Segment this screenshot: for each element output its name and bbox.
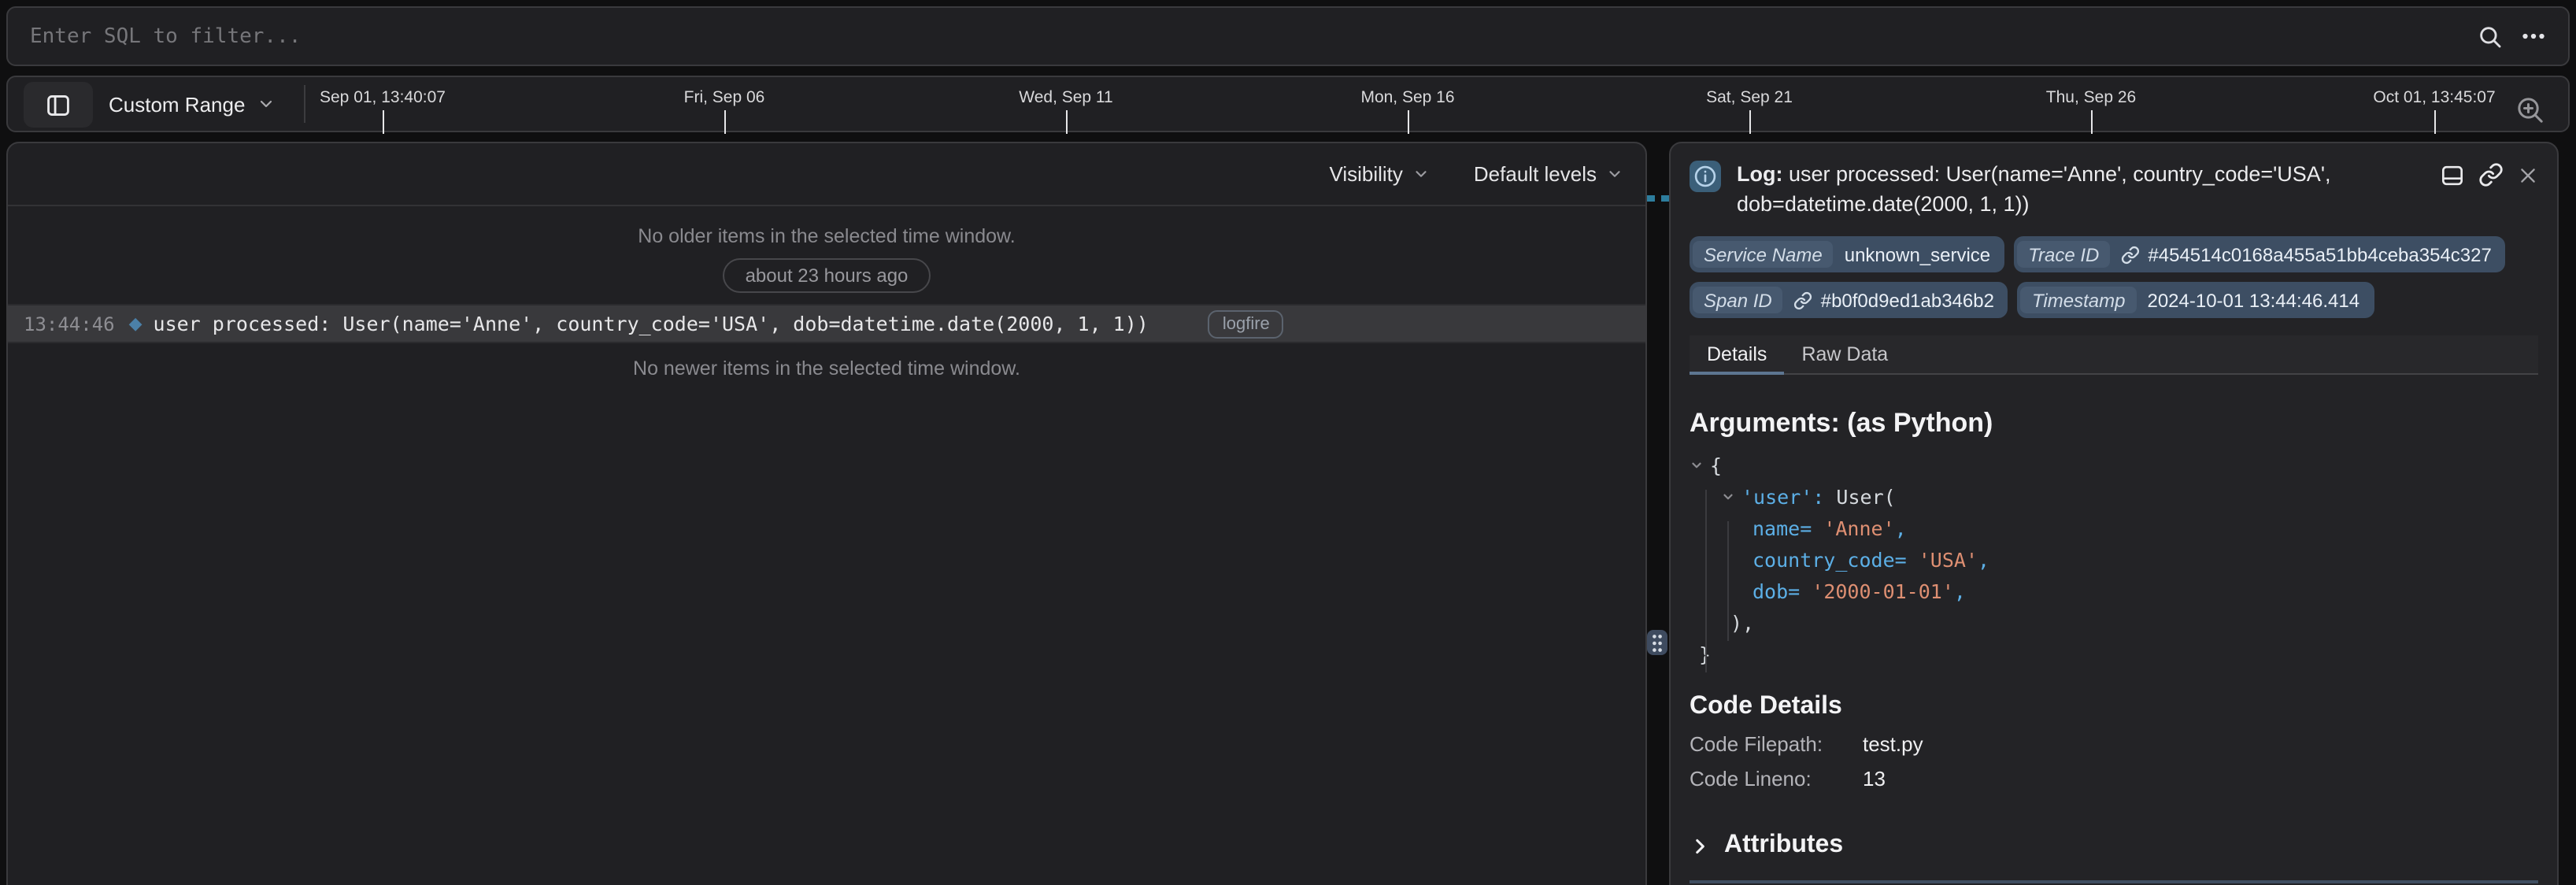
log-list-header: Visibility Default levels [8,143,1645,206]
link-icon [2121,245,2140,264]
indent-guide [1705,490,1707,672]
arguments-code-block: { 'user': User( name= 'Anne' , country_c… [1690,449,2538,669]
chevron-right-icon [1690,835,1710,856]
close-icon[interactable] [2518,165,2538,185]
trace-id-badge[interactable]: Trace ID #454514c0168a455a51bb4ceba354c3… [2014,236,2506,272]
time-ago-badge: about 23 hours ago [724,258,931,293]
tab-details[interactable]: Details [1690,335,1784,373]
timestamp-badge: Timestamp 2024-10-01 13:44:46.414 [2018,282,2374,318]
tab-raw-data[interactable]: Raw Data [1784,335,1905,373]
code-line: name= 'Anne' , [1690,512,2538,543]
code-lineno-row: Code Lineno: 13 [1690,767,2538,791]
indent-guide [1727,521,1729,641]
log-message: user processed: User(name='Anne', countr… [154,312,1149,335]
log-timestamp: 13:44:46 [24,313,115,335]
sql-filter-bar [6,6,2570,66]
log-level-diamond-icon: ◆ [129,313,142,334]
visibility-dropdown[interactable]: Visibility [1329,162,1429,186]
link-icon [1794,291,1813,309]
service-name-badge: Service Name unknown_service [1690,236,2004,272]
span-id-badge[interactable]: Span ID #b0f0d9ed1ab346b2 [1690,282,2008,318]
search-icon[interactable] [2467,14,2511,58]
attributes-toggle[interactable]: Attributes [1690,831,2538,860]
panel-resize-handle[interactable] [1647,630,1667,655]
log-tag: logfire [1208,309,1284,338]
code-filepath-row: Code Filepath: test.py [1690,732,2538,756]
divider [1690,880,2538,883]
sidebar-toggle-button[interactable] [24,82,93,128]
info-icon [1690,161,1721,192]
divider [304,85,305,123]
arguments-heading: Arguments: (as Python) [1690,408,2538,439]
time-range-dropdown[interactable]: Custom Range [109,77,275,131]
code-line: ), [1690,606,2538,638]
collapse-chevron-icon[interactable] [1721,489,1735,503]
more-options-icon[interactable] [2511,14,2556,58]
log-row[interactable]: 13:44:46 ◆ user processed: User(name='An… [8,304,1645,343]
detail-badges: Service Name unknown_service Trace ID #4… [1690,236,2524,318]
collapse-chevron-icon[interactable] [1690,457,1704,472]
detail-tabs: Details Raw Data [1690,335,2538,375]
code-line: { [1690,449,2538,480]
no-older-items-note: No older items in the selected time wind… [8,225,1645,247]
chevron-down-icon [1606,165,1623,183]
app-window: Custom Range Sep 01, 13:40:07 Fri, Sep 0… [0,0,2576,885]
chevron-down-icon [256,94,275,113]
code-line: 'user': User( [1690,480,2538,512]
time-range-label: Custom Range [109,92,245,116]
chevron-down-icon [1412,165,1430,183]
code-details-heading: Code Details [1690,693,2538,721]
default-levels-dropdown[interactable]: Default levels [1474,162,1623,186]
copy-link-icon[interactable] [2478,162,2504,187]
timeline-bar: Custom Range Sep 01, 13:40:07 Fri, Sep 0… [6,76,2570,132]
log-list-panel: Visibility Default levels No older items… [6,142,1647,885]
no-newer-items-note: No newer items in the selected time wind… [8,357,1645,380]
log-details-panel: Log: user processed: User(name='Anne', c… [1669,142,2559,885]
code-line: } [1690,638,2538,669]
sql-filter-input[interactable] [8,8,2467,65]
dock-panel-bottom-icon[interactable] [2441,163,2464,187]
zoom-in-icon[interactable] [2508,88,2552,132]
code-line: dob= '2000-01-01' , [1690,575,2538,606]
detail-title: Log: user processed: User(name='Anne', c… [1737,159,2417,219]
code-line: country_code= 'USA' , [1690,543,2538,575]
